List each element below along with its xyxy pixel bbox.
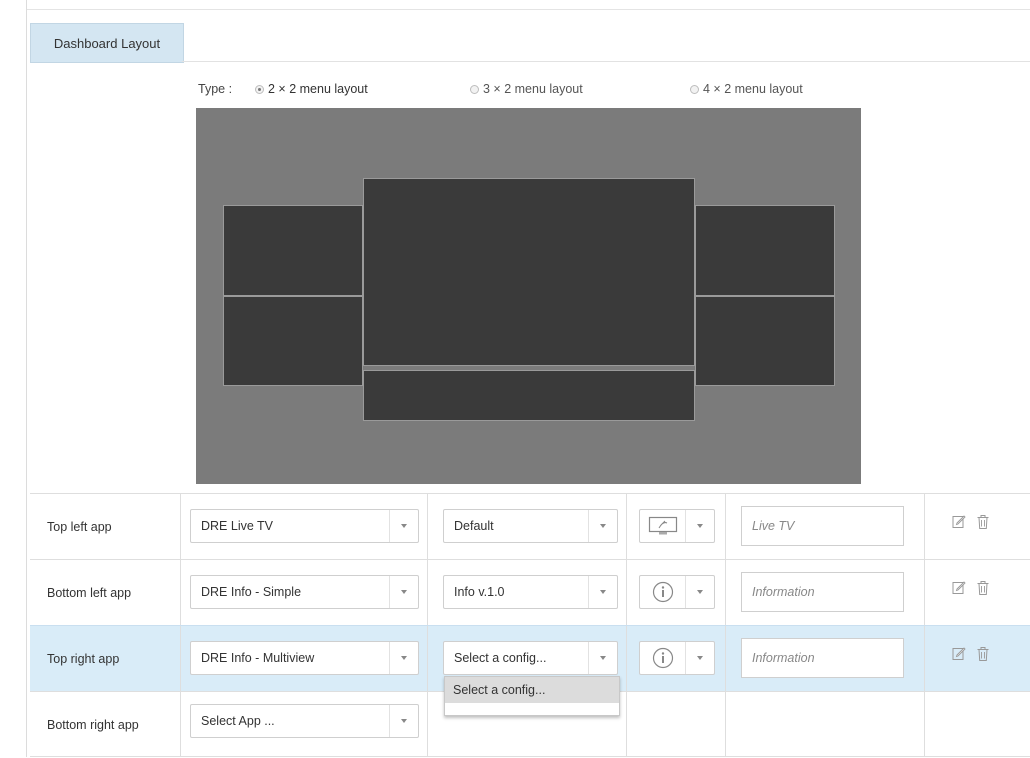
trash-icon[interactable] bbox=[976, 646, 990, 665]
preview-tile-top-left bbox=[223, 205, 363, 296]
row-label: Top right app bbox=[47, 652, 120, 666]
radio-unchecked-icon[interactable] bbox=[690, 84, 699, 94]
app-title-input[interactable] bbox=[741, 638, 904, 678]
row-actions bbox=[952, 514, 990, 533]
app-select[interactable]: DRE Info - Simple bbox=[190, 575, 419, 609]
chevron-down-icon[interactable] bbox=[685, 576, 714, 608]
config-dropdown-menu: Select a config... bbox=[444, 676, 620, 716]
preview-tile-center-bottom bbox=[363, 370, 695, 421]
type-label: Type : bbox=[198, 82, 233, 96]
tab-dashboard-layout[interactable]: Dashboard Layout bbox=[30, 23, 184, 63]
app-title-input[interactable] bbox=[741, 506, 904, 546]
chevron-down-icon[interactable] bbox=[588, 510, 617, 542]
config-select[interactable]: Info v.1.0 bbox=[443, 575, 618, 609]
radio-label-2x2: 2 × 2 menu layout bbox=[268, 82, 368, 96]
config-select-value: Default bbox=[454, 519, 494, 533]
radio-2x2-layout[interactable]: 2 × 2 menu layout bbox=[255, 82, 368, 96]
config-select[interactable]: Default bbox=[443, 509, 618, 543]
config-select[interactable]: Select a config... bbox=[443, 641, 618, 675]
config-select-value: Info v.1.0 bbox=[454, 585, 505, 599]
radio-4x2-layout[interactable]: 4 × 2 menu layout bbox=[690, 82, 803, 96]
icon-select[interactable] bbox=[639, 641, 715, 675]
config-select-value: Select a config... bbox=[454, 651, 547, 665]
tab-label: Dashboard Layout bbox=[53, 35, 161, 51]
trash-icon[interactable] bbox=[976, 580, 990, 599]
icon-select[interactable] bbox=[639, 509, 715, 543]
radio-checked-icon[interactable] bbox=[255, 84, 264, 94]
app-select[interactable]: DRE Info - Multiview bbox=[190, 641, 419, 675]
app-select[interactable]: DRE Live TV bbox=[190, 509, 419, 543]
app-select-value: DRE Info - Multiview bbox=[201, 651, 315, 665]
app-assignment-table: Top left app DRE Live TV Default Live TV… bbox=[30, 493, 1030, 757]
app-select-value: Select App ... bbox=[201, 714, 275, 728]
edit-icon[interactable] bbox=[952, 580, 966, 599]
app-title-input[interactable] bbox=[741, 572, 904, 612]
tv-icon bbox=[640, 510, 685, 542]
app-select-value: DRE Live TV bbox=[201, 519, 274, 533]
app-select[interactable]: Select App ... bbox=[190, 704, 419, 738]
tab-divider bbox=[182, 61, 1030, 62]
info-icon bbox=[640, 642, 685, 674]
row-label: Top left app bbox=[47, 520, 112, 534]
trash-icon[interactable] bbox=[976, 514, 990, 533]
table-row-bottom-left: Bottom left app DRE Info - Simple Info v… bbox=[30, 559, 1030, 625]
chevron-down-icon[interactable] bbox=[685, 642, 714, 674]
chevron-down-icon[interactable] bbox=[389, 510, 418, 542]
edit-icon[interactable] bbox=[952, 646, 966, 665]
row-label: Bottom left app bbox=[47, 586, 132, 600]
layout-preview bbox=[196, 108, 861, 484]
app-select-value: DRE Info - Simple bbox=[201, 585, 302, 599]
chevron-down-icon[interactable] bbox=[389, 576, 418, 608]
radio-unchecked-icon[interactable] bbox=[470, 84, 479, 94]
chevron-down-icon[interactable] bbox=[588, 642, 617, 674]
preview-tile-bottom-right bbox=[695, 296, 835, 386]
icon-select[interactable] bbox=[639, 575, 715, 609]
info-icon bbox=[640, 576, 685, 608]
table-row-top-left: Top left app DRE Live TV Default bbox=[30, 493, 1030, 559]
row-actions bbox=[952, 580, 990, 599]
edit-icon[interactable] bbox=[952, 514, 966, 533]
radio-label-3x2: 3 × 2 menu layout bbox=[483, 82, 583, 96]
chevron-down-icon[interactable] bbox=[588, 576, 617, 608]
preview-tile-bottom-left bbox=[223, 296, 363, 386]
radio-3x2-layout[interactable]: 3 × 2 menu layout bbox=[470, 82, 583, 96]
dropdown-option[interactable]: Select a config... bbox=[445, 677, 619, 703]
preview-tile-top-right bbox=[695, 205, 835, 296]
row-actions bbox=[952, 646, 990, 665]
radio-label-4x2: 4 × 2 menu layout bbox=[703, 82, 803, 96]
chevron-down-icon[interactable] bbox=[685, 510, 714, 542]
row-label: Bottom right app bbox=[47, 718, 139, 732]
preview-tile-center-main bbox=[363, 178, 695, 366]
chevron-down-icon[interactable] bbox=[389, 642, 418, 674]
chevron-down-icon[interactable] bbox=[389, 705, 418, 737]
